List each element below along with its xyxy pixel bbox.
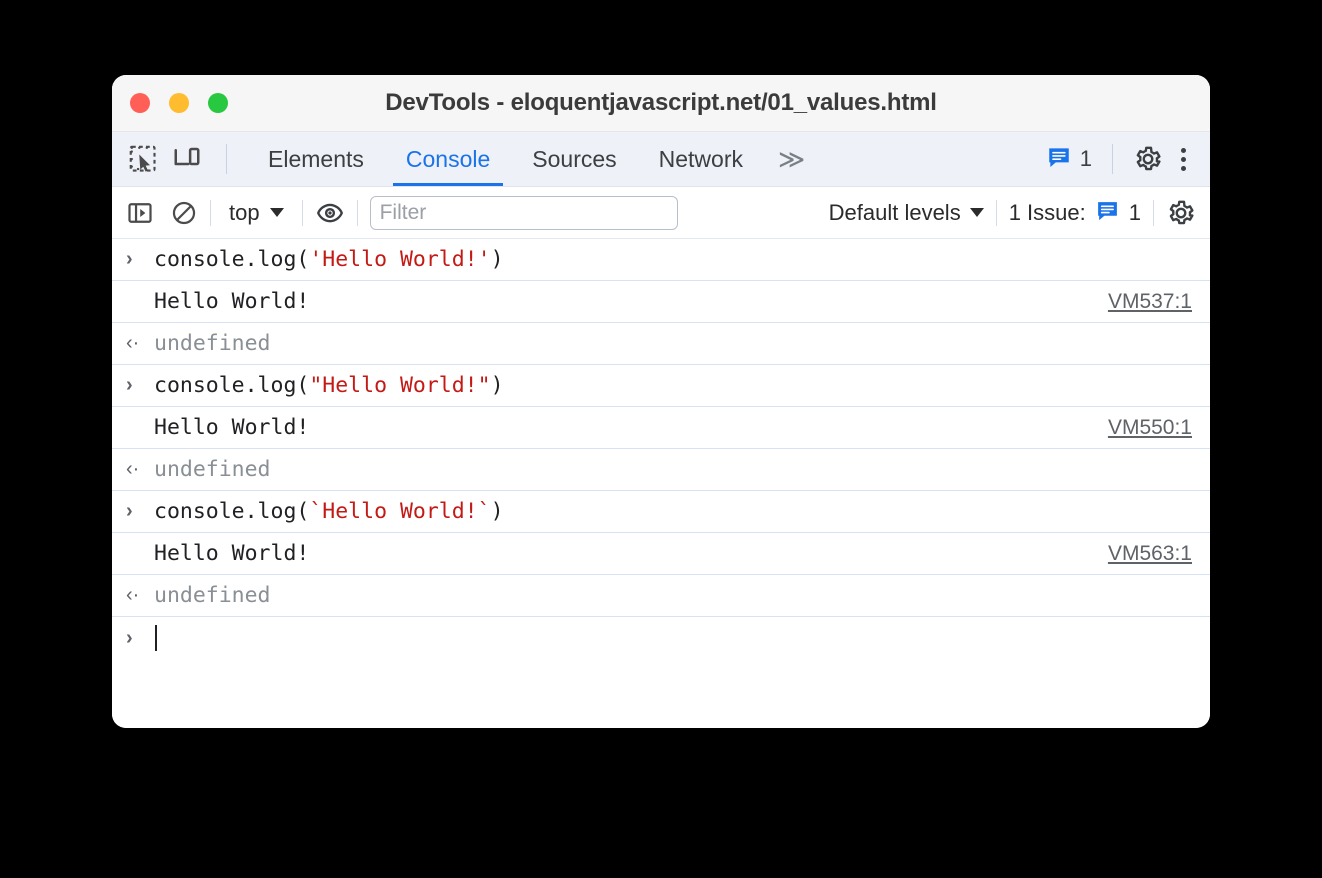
console-return-value: undefined [154,583,271,608]
code-callee: console.log( [154,373,310,398]
console-input-row: › console.log("Hello World!") [112,365,1210,407]
issues-message-icon [1095,198,1120,228]
inspect-element-icon[interactable] [128,144,158,174]
input-chevron-icon: › [126,248,133,270]
tab-sources[interactable]: Sources [511,132,637,186]
toolbar-divider-1 [210,199,211,226]
tab-bar-right-tools: 1 [1046,132,1210,186]
code-close-paren: ) [490,373,504,398]
input-chevron-icon: › [126,374,133,396]
source-location-link[interactable]: VM537:1 [1108,290,1192,314]
console-input-code: console.log('Hello World!') [154,247,1192,272]
console-output-text: Hello World! [154,289,310,314]
tab-elements[interactable]: Elements [247,132,385,186]
code-string-literal: `Hello World!` [309,499,491,524]
log-levels-dropdown[interactable]: Default levels [829,200,984,226]
console-issues-label: 1 Issue: [1008,199,1086,225]
code-close-paren: ) [490,247,504,272]
code-close-paren: ) [490,499,504,524]
clear-console-icon[interactable] [170,199,198,227]
chevron-down-icon [969,208,984,217]
filter-input[interactable] [369,195,678,230]
return-chevron-icon: ‹· [126,332,140,354]
console-output-row: Hello World! VM550:1 [112,407,1210,449]
return-chevron-icon: ‹· [126,458,140,480]
execution-context-label: top [229,199,260,225]
console-return-value: undefined [154,331,271,356]
more-tabs-chevron-icon[interactable]: ≫ [764,132,819,186]
text-cursor [155,625,157,651]
toolbar-divider-2 [301,199,303,226]
console-settings-gear-icon[interactable] [1166,198,1196,228]
console-output-text: Hello World! [154,541,310,566]
toolbar-divider-3 [356,199,358,226]
issues-indicator[interactable]: 1 [1046,144,1092,175]
tab-bar-left-tools [112,132,237,186]
issues-message-icon [1046,144,1072,175]
window-title: DevTools - eloquentjavascript.net/01_val… [385,89,937,116]
tab-console[interactable]: Console [385,132,511,186]
console-input-row: › console.log(`Hello World!`) [112,491,1210,533]
return-chevron-icon: ‹· [126,584,140,606]
kebab-menu-icon[interactable] [1173,144,1194,175]
window-controls [112,93,228,113]
console-prompt-row[interactable]: › [112,617,1210,659]
gear-icon[interactable] [1133,144,1163,174]
console-return-row: ‹· undefined [112,575,1210,617]
console-return-row: ‹· undefined [112,323,1210,365]
source-location-link[interactable]: VM550:1 [1108,416,1192,440]
console-input-code: console.log("Hello World!") [154,373,1192,398]
console-output-row: Hello World! VM537:1 [112,281,1210,323]
prompt-chevron-icon: › [126,626,133,649]
device-toolbar-icon[interactable] [172,144,202,174]
code-callee: console.log( [154,499,310,524]
console-return-value: undefined [154,457,271,482]
close-button[interactable] [130,93,150,113]
console-toolbar: top Default levels 1 Issue: [112,187,1210,239]
devtools-tab-bar: Elements Console Sources Network ≫ 1 [112,132,1210,187]
code-callee: console.log( [154,247,310,272]
window-title-bar: DevTools - eloquentjavascript.net/01_val… [112,75,1210,132]
live-expression-icon[interactable] [315,198,345,228]
tab-network[interactable]: Network [638,132,764,186]
toolbar-divider-4 [995,199,997,226]
chevron-down-icon [269,208,284,217]
minimize-button[interactable] [169,93,189,113]
devtools-window: DevTools - eloquentjavascript.net/01_val… [112,75,1210,728]
tab-bar-divider-2 [1112,144,1113,174]
execution-context-selector[interactable]: top [223,200,290,226]
console-output-text: Hello World! [154,415,310,440]
code-string-literal: 'Hello World!' [309,247,491,272]
console-return-row: ‹· undefined [112,449,1210,491]
input-chevron-icon: › [126,500,133,522]
console-output-row: Hello World! VM563:1 [112,533,1210,575]
console-issues-count: 1 [1128,199,1141,225]
tab-bar-divider-1 [226,144,227,174]
console-issues-indicator[interactable]: 1 Issue: 1 [1009,198,1141,228]
console-sidebar-icon[interactable] [126,199,154,227]
toolbar-divider-5 [1153,199,1154,226]
panel-tabs: Elements Console Sources Network ≫ [247,132,819,186]
maximize-button[interactable] [208,93,228,113]
console-prompt-input[interactable] [154,625,1192,651]
console-message-list[interactable]: › console.log('Hello World!') Hello World!… [112,239,1210,728]
console-input-code: console.log(`Hello World!`) [154,499,1192,524]
console-input-row: › console.log('Hello World!') [112,239,1210,281]
code-string-literal: "Hello World!" [309,373,491,398]
source-location-link[interactable]: VM563:1 [1108,542,1192,566]
issues-count: 1 [1079,146,1092,171]
log-levels-label: Default levels [828,199,961,225]
